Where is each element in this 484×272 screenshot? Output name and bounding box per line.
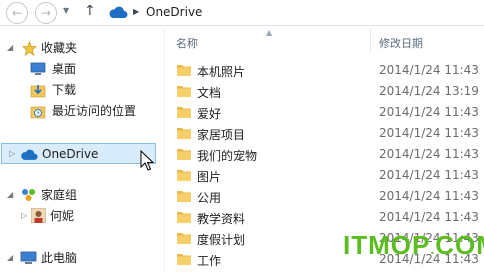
folder-icon bbox=[177, 170, 191, 181]
nav-item-user-label: 何妮 bbox=[50, 209, 75, 223]
nav-item-recent-places-label: 最近访问的位置 bbox=[52, 104, 137, 118]
breadcrumb-onedrive[interactable]: OneDrive bbox=[146, 5, 202, 19]
folder-icon bbox=[177, 86, 191, 97]
sort-ascending-icon: ▲ bbox=[266, 28, 273, 37]
watermark-suffix: COM bbox=[435, 230, 484, 260]
file-name: 文档 bbox=[197, 86, 222, 100]
folder-icon bbox=[177, 128, 191, 139]
column-separator[interactable] bbox=[370, 29, 371, 53]
table-row[interactable]: 爱好 2014/1/24 11:43 bbox=[166, 102, 484, 123]
table-row[interactable]: 我们的宠物 2014/1/24 11:43 bbox=[166, 144, 484, 165]
back-button[interactable]: ← bbox=[6, 2, 28, 24]
file-modified-date: 2014/1/24 11:43 bbox=[379, 168, 479, 182]
nav-homegroup[interactable]: ◢ 家庭组 bbox=[0, 186, 160, 204]
computer-icon bbox=[20, 251, 37, 264]
file-modified-date: 2014/1/24 11:43 bbox=[379, 210, 479, 224]
file-name: 公用 bbox=[197, 191, 222, 205]
nav-item-downloads[interactable]: 下载 bbox=[0, 81, 160, 99]
nav-onedrive-label: OneDrive bbox=[42, 147, 99, 161]
desktop-icon bbox=[30, 62, 46, 75]
folder-icon bbox=[177, 233, 191, 244]
table-row[interactable]: 家居项目 2014/1/24 11:43 bbox=[166, 123, 484, 144]
navigation-pane: ◢ 收藏夹 桌面 下载 最近访问的位置 ▷ OneDrive ◢ 家庭组 ▷ 何… bbox=[0, 27, 162, 272]
file-modified-date: 2014/1/24 11:43 bbox=[379, 126, 479, 140]
nav-favorites[interactable]: ◢ 收藏夹 bbox=[0, 39, 160, 57]
mouse-cursor-icon bbox=[140, 150, 154, 171]
file-name: 家居项目 bbox=[197, 128, 246, 142]
table-row[interactable]: 图片 2014/1/24 11:43 bbox=[166, 165, 484, 186]
nav-item-desktop-label: 桌面 bbox=[52, 62, 77, 76]
file-modified-date: 2014/1/24 11:43 bbox=[379, 147, 479, 161]
file-modified-date: 2014/1/24 11:43 bbox=[379, 63, 479, 77]
nav-this-pc[interactable]: ◢ 此电脑 bbox=[0, 249, 160, 267]
pane-divider[interactable] bbox=[164, 27, 165, 272]
nav-onedrive[interactable]: ▷ OneDrive bbox=[0, 145, 156, 163]
file-name: 图片 bbox=[197, 170, 222, 184]
collapse-arrow-icon[interactable]: ◢ bbox=[7, 39, 13, 57]
folder-icon bbox=[177, 254, 191, 265]
table-row[interactable]: 教学资料 2014/1/24 11:43 bbox=[166, 207, 484, 228]
folder-icon bbox=[177, 191, 191, 202]
file-name: 度假计划 bbox=[197, 233, 246, 247]
recent-locations-dropdown-icon[interactable]: ▼ bbox=[63, 6, 69, 15]
nav-item-desktop[interactable]: 桌面 bbox=[0, 60, 160, 78]
star-icon bbox=[22, 41, 37, 56]
expand-arrow-icon[interactable]: ▷ bbox=[21, 207, 27, 225]
watermark-logo: ITMOP.COM bbox=[343, 232, 484, 262]
homegroup-icon bbox=[22, 189, 35, 201]
nav-this-pc-label: 此电脑 bbox=[41, 251, 78, 265]
column-header-modified[interactable]: 修改日期 bbox=[379, 35, 423, 51]
file-name: 教学资料 bbox=[197, 212, 246, 226]
file-modified-date: 2014/1/24 13:19 bbox=[379, 84, 479, 98]
nav-favorites-label: 收藏夹 bbox=[41, 41, 78, 55]
file-modified-date: 2014/1/24 11:43 bbox=[379, 189, 479, 203]
folder-icon bbox=[177, 212, 191, 223]
folder-icon bbox=[177, 107, 191, 118]
file-name: 我们的宠物 bbox=[197, 149, 258, 163]
nav-item-recent-places[interactable]: 最近访问的位置 bbox=[0, 102, 160, 120]
expand-arrow-icon[interactable]: ▷ bbox=[9, 145, 15, 163]
file-name: 爱好 bbox=[197, 107, 222, 121]
forward-button[interactable]: → bbox=[35, 2, 57, 24]
nav-homegroup-label: 家庭组 bbox=[41, 188, 78, 202]
table-row[interactable]: 文档 2014/1/24 13:19 bbox=[166, 81, 484, 102]
file-modified-date: 2014/1/24 11:43 bbox=[379, 105, 479, 119]
collapse-arrow-icon[interactable]: ◢ bbox=[7, 249, 13, 267]
column-header-name[interactable]: 名称 bbox=[176, 35, 198, 51]
nav-item-user[interactable]: ▷ 何妮 bbox=[0, 207, 160, 225]
table-row[interactable]: 本机照片 2014/1/24 11:43 bbox=[166, 60, 484, 81]
file-name: 工作 bbox=[197, 254, 222, 268]
up-button[interactable]: ↑ bbox=[84, 3, 96, 19]
folder-icon bbox=[177, 149, 191, 160]
onedrive-cloud-icon bbox=[21, 149, 38, 160]
download-folder-icon bbox=[30, 85, 46, 98]
watermark-text: ITMOP bbox=[343, 230, 431, 260]
address-toolbar: ← → ▼ ↑ ▶ OneDrive bbox=[0, 0, 484, 26]
breadcrumb-separator-icon[interactable]: ▶ bbox=[133, 7, 139, 16]
nav-item-downloads-label: 下载 bbox=[52, 83, 77, 97]
folder-icon bbox=[177, 65, 191, 76]
onedrive-cloud-icon bbox=[109, 6, 128, 18]
recent-places-icon bbox=[30, 106, 46, 119]
collapse-arrow-icon[interactable]: ◢ bbox=[7, 186, 13, 204]
user-avatar-icon bbox=[31, 208, 46, 223]
table-row[interactable]: 公用 2014/1/24 11:43 bbox=[166, 186, 484, 207]
file-name: 本机照片 bbox=[197, 65, 246, 79]
